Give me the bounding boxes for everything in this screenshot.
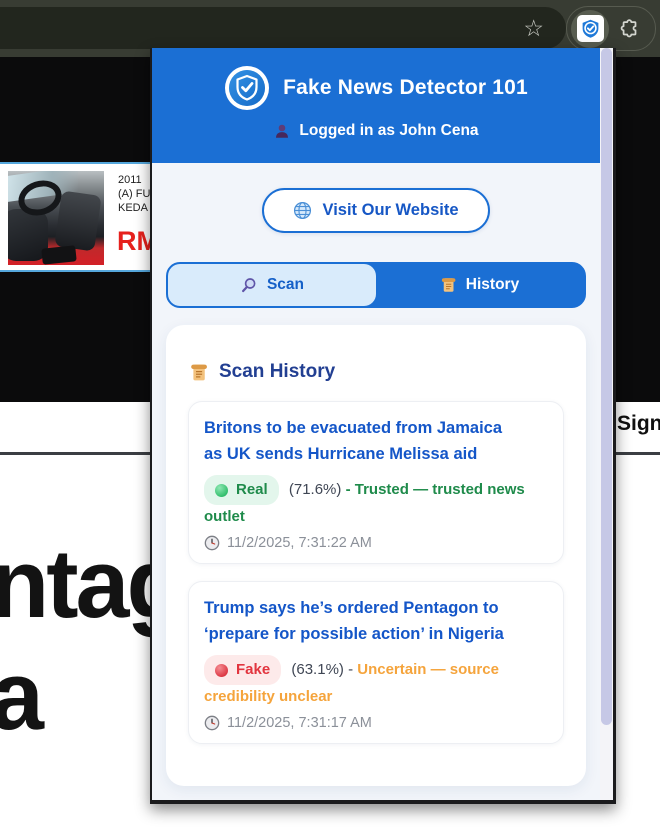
bookmark-star-icon[interactable]: ☆ bbox=[523, 15, 544, 41]
car-interior-photo bbox=[8, 171, 104, 265]
sign-in-button[interactable]: Sign bbox=[617, 412, 660, 436]
popup-scrollbar-thumb[interactable] bbox=[601, 48, 612, 725]
car-listing-text: 2011 (A) FU KEDA bbox=[118, 173, 150, 215]
history-item-result: Fake (63.1%) - Uncertain — source credib… bbox=[204, 655, 534, 709]
history-item-title: Trump says he’s ordered Pentagon to ‘pre… bbox=[204, 599, 504, 643]
popup-header: Fake News Detector 101 Logged in as John… bbox=[152, 48, 600, 163]
timestamp: 11/2/2025, 7:31:22 AM bbox=[227, 535, 372, 551]
app-logo-shield-icon bbox=[225, 66, 270, 110]
car-listing-card[interactable]: 2011 (A) FU KEDA RM bbox=[0, 162, 152, 272]
login-status: Logged in as John Cena bbox=[299, 122, 479, 139]
car-listing-line: 2011 bbox=[118, 174, 142, 186]
magnifier-icon bbox=[241, 278, 256, 293]
car-price-label: RM bbox=[117, 226, 152, 256]
extensions-puzzle-icon[interactable] bbox=[615, 14, 645, 44]
scroll-icon bbox=[191, 364, 207, 380]
result-separator: - bbox=[348, 660, 354, 678]
active-extension-highlight[interactable] bbox=[571, 9, 609, 48]
shield-check-icon bbox=[582, 19, 598, 38]
green-dot-icon bbox=[215, 483, 228, 497]
clock-icon bbox=[204, 535, 220, 551]
tab-scan-label: Scan bbox=[266, 276, 305, 293]
visit-website-button[interactable]: Visit Our Website bbox=[262, 188, 490, 233]
tab-scan[interactable]: Scan bbox=[168, 264, 376, 306]
red-dot-icon bbox=[215, 663, 228, 677]
visit-website-label: Visit Our Website bbox=[322, 201, 459, 219]
history-item[interactable]: Trump says he’s ordered Pentagon to ‘pre… bbox=[188, 581, 564, 744]
fake-news-detector-popup: Fake News Detector 101 Logged in as John… bbox=[150, 48, 616, 804]
timestamp: 11/2/2025, 7:31:17 AM bbox=[227, 715, 372, 731]
user-icon bbox=[276, 124, 289, 138]
result-separator: - bbox=[345, 480, 351, 498]
verdict-label: Fake bbox=[236, 661, 271, 678]
fake-news-detector-extension-icon[interactable] bbox=[576, 15, 604, 42]
globe-icon bbox=[294, 201, 312, 220]
scan-history-title: Scan History bbox=[219, 361, 336, 382]
tab-history-label: History bbox=[465, 276, 520, 293]
history-item-timestamp-row: 11/2/2025, 7:31:22 AM bbox=[204, 535, 548, 551]
history-item-title: Britons to be evacuated from Jamaica as … bbox=[204, 419, 503, 463]
history-item-result: Real (71.6%) - Trusted — trusted news ou… bbox=[204, 475, 534, 529]
tab-bar: Scan History bbox=[166, 262, 586, 308]
confidence-value: (71.6%) bbox=[288, 480, 342, 498]
verdict-badge-fake: Fake bbox=[204, 655, 282, 685]
verdict-label: Real bbox=[236, 481, 268, 498]
extension-toolbar-area bbox=[566, 6, 656, 51]
tab-history[interactable]: History bbox=[376, 264, 584, 306]
history-panel: Scan History Britons to be evacuated fro… bbox=[166, 325, 586, 786]
popup-title: Fake News Detector 101 bbox=[283, 76, 528, 99]
scroll-icon bbox=[441, 278, 456, 292]
clock-icon bbox=[204, 715, 220, 731]
car-listing-line: (A) FU bbox=[118, 188, 151, 200]
confidence-value: (63.1%) bbox=[291, 660, 344, 678]
verdict-badge-real: Real bbox=[204, 475, 279, 505]
screen: ☆ 2011 (A) FU KEDA R Sign ntago a Fake N… bbox=[0, 0, 660, 828]
address-bar[interactable]: ☆ bbox=[0, 7, 566, 49]
car-listing-line: KEDA bbox=[118, 202, 148, 214]
history-item-timestamp-row: 11/2/2025, 7:31:17 AM bbox=[204, 715, 548, 731]
history-item[interactable]: Britons to be evacuated from Jamaica as … bbox=[188, 401, 564, 564]
popup-scrollbar-track[interactable] bbox=[600, 48, 613, 800]
